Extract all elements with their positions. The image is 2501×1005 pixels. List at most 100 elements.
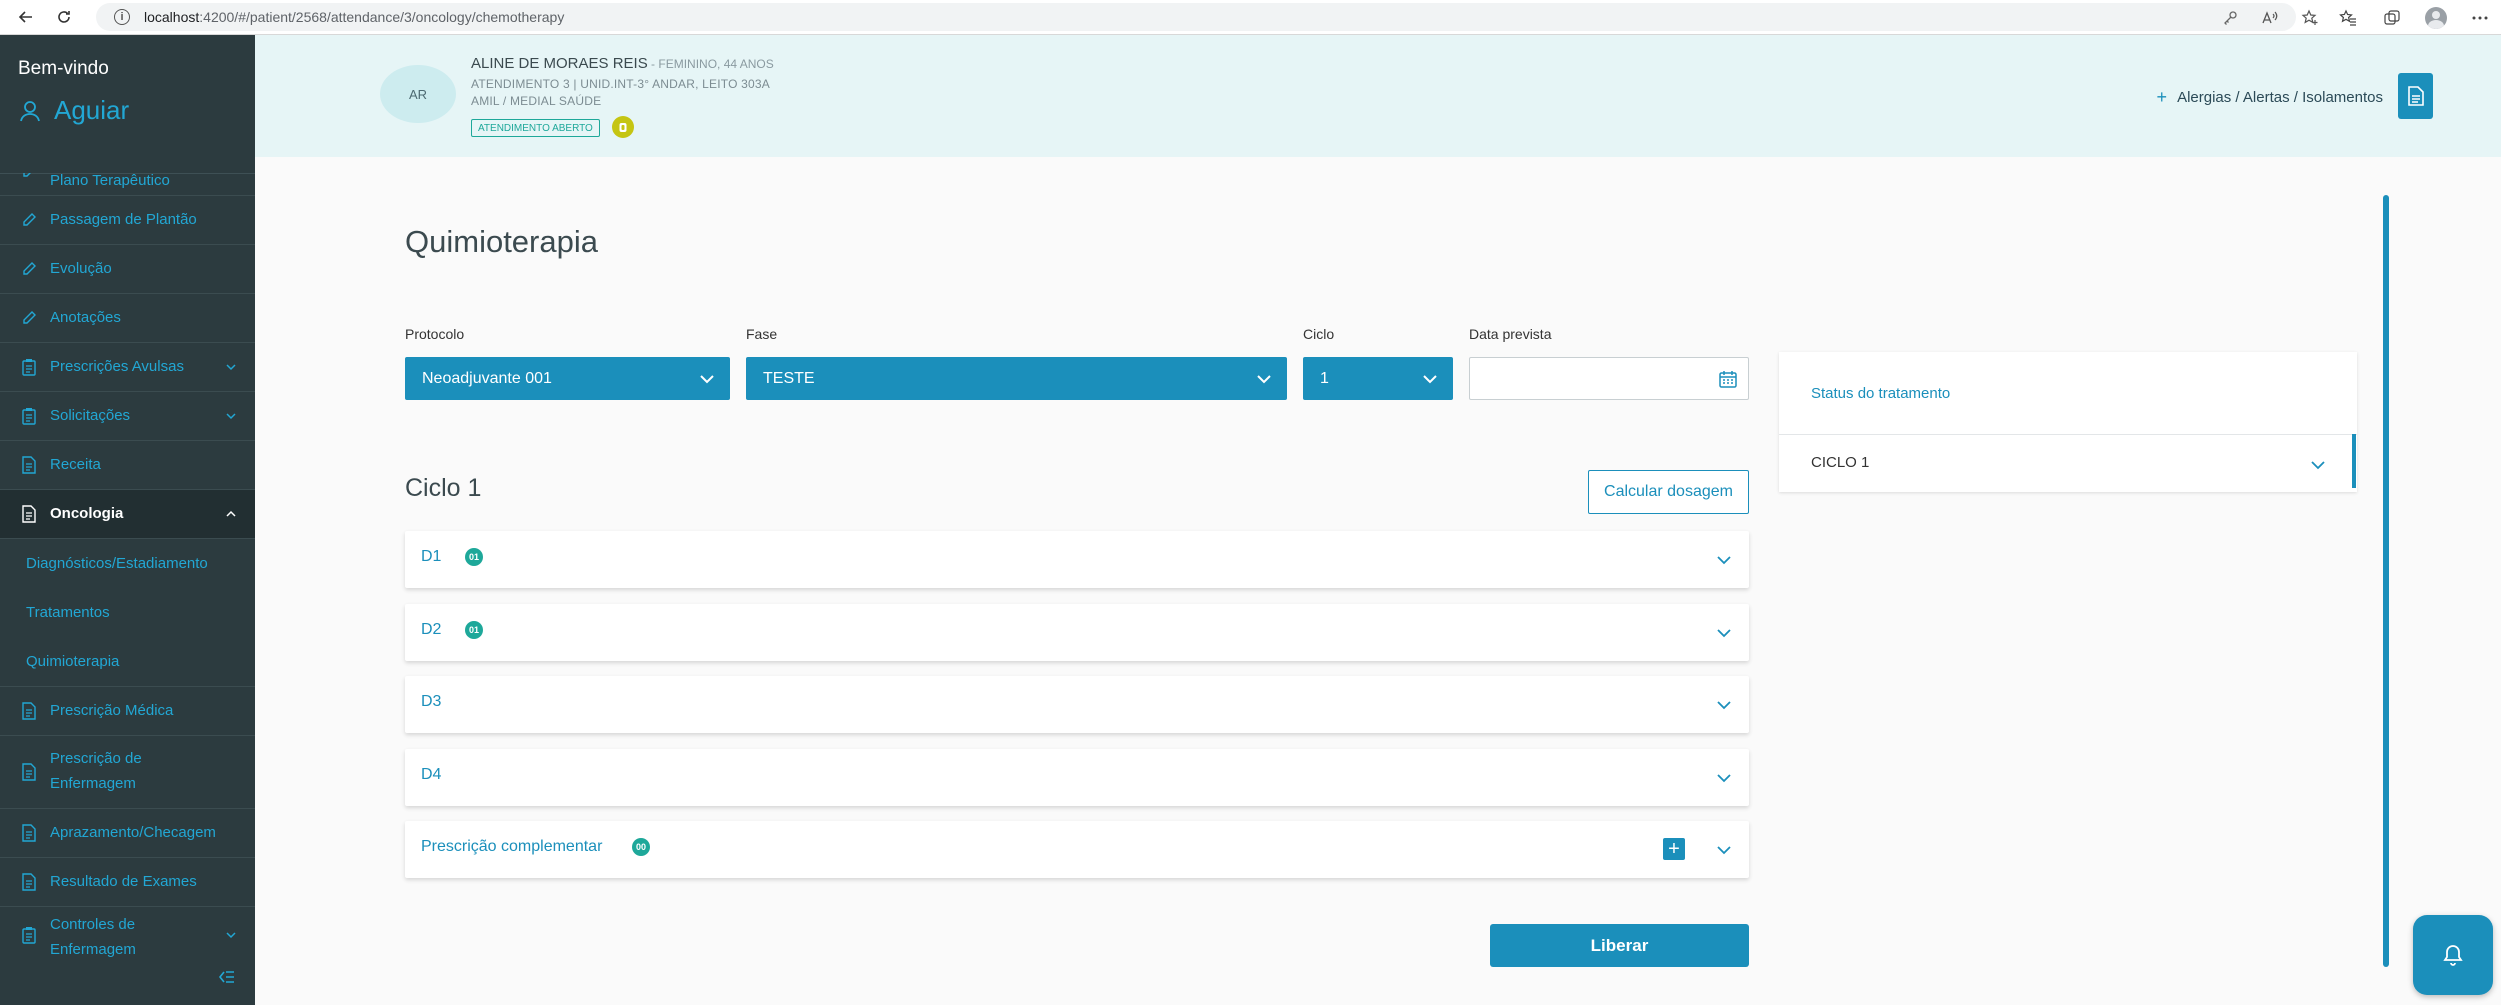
patient-gender-age: - FEMININO, 44 ANOS bbox=[647, 57, 774, 71]
chevron-down-icon[interactable] bbox=[1715, 551, 1733, 569]
sidebar-item-label: Anotações bbox=[50, 309, 121, 326]
patient-document-button[interactable] bbox=[2398, 73, 2433, 119]
protocolo-label: Protocolo bbox=[405, 326, 465, 342]
sidebar-item-label: Quimioterapia bbox=[26, 652, 120, 670]
sidebar-item-label: Evolução bbox=[50, 260, 112, 277]
sidebar-item-prescricao-medica[interactable]: Prescrição Médica bbox=[0, 687, 255, 736]
accordion-d4[interactable]: D4 bbox=[405, 749, 1749, 806]
pencil-icon bbox=[20, 260, 38, 278]
patient-name-text: ALINE DE MORAES REIS bbox=[471, 55, 648, 72]
sidebar-item-controles-de-enfermagem[interactable]: Controles de Enfermagem bbox=[0, 907, 255, 963]
sidebar-item-label-line1: Prescrição de bbox=[50, 750, 142, 767]
sidebar-item-passagem-de-plantao[interactable]: Passagem de Plantão bbox=[0, 196, 255, 245]
count-badge: 01 bbox=[465, 621, 483, 639]
address-bar[interactable]: i localhost:4200/#/patient/2568/attendan… bbox=[96, 3, 2296, 31]
sidebar-item-diagnosticos-estadiamento[interactable]: Diagnósticos/Estadiamento bbox=[0, 539, 255, 588]
sidebar-item-resultado-de-exames[interactable]: Resultado de Exames bbox=[0, 858, 255, 907]
accordion-label: D3 bbox=[421, 693, 442, 710]
sidebar-item-label: Prescrições Avulsas bbox=[50, 358, 184, 375]
allergies-alerts-link[interactable]: + Alergias / Alertas / Isolamentos bbox=[2157, 87, 2383, 108]
chevron-down-icon[interactable] bbox=[1715, 696, 1733, 714]
page-scrollbar[interactable] bbox=[2383, 195, 2389, 967]
accordion-prescricao-complementar[interactable]: Prescrição complementar 00 + bbox=[405, 821, 1749, 878]
chevron-down-icon[interactable] bbox=[2309, 456, 2327, 474]
browser-toolbar: i localhost:4200/#/patient/2568/attendan… bbox=[0, 0, 2501, 35]
clipboard-icon bbox=[20, 407, 38, 425]
document-icon bbox=[20, 763, 38, 781]
status-cycle-label[interactable]: CICLO 1 bbox=[1811, 454, 1869, 471]
back-icon[interactable] bbox=[14, 5, 38, 29]
sidebar-item-label: Diagnósticos/Estadiamento bbox=[26, 554, 208, 572]
fase-select[interactable]: TESTE bbox=[746, 357, 1287, 400]
site-info-icon[interactable]: i bbox=[114, 9, 130, 25]
sidebar-item-label: Tratamentos bbox=[26, 603, 110, 621]
chevron-down-icon[interactable] bbox=[1715, 624, 1733, 642]
ciclo-label: Ciclo bbox=[1303, 326, 1335, 342]
sidebar-item-plano-terapeutico[interactable]: Plano Terapêutico bbox=[0, 173, 255, 196]
sidebar-item-solicitacoes[interactable]: Solicitações bbox=[0, 392, 255, 441]
sidebar-item-label-line2: Enfermagem bbox=[50, 775, 136, 792]
fase-value: TESTE bbox=[763, 369, 815, 387]
chevron-down-icon[interactable] bbox=[1715, 769, 1733, 787]
user-link[interactable]: Aguiar bbox=[18, 95, 129, 126]
collections-icon[interactable] bbox=[2381, 7, 2403, 29]
sidebar-item-evolucao[interactable]: Evolução bbox=[0, 245, 255, 294]
release-button[interactable]: Liberar bbox=[1490, 924, 1749, 967]
favorite-add-icon[interactable] bbox=[2299, 7, 2321, 29]
patient-insurance: AMIL / MEDIAL SAÚDE bbox=[471, 94, 602, 108]
status-divider bbox=[1779, 434, 2357, 435]
sidebar-menu: Plano Terapêutico Passagem de Plantão Ev… bbox=[0, 173, 255, 963]
protocolo-value: Neoadjuvante 001 bbox=[422, 369, 552, 387]
sidebar-item-prescricao-de-enfermagem[interactable]: Prescrição de Enfermagem bbox=[0, 736, 255, 809]
document-icon bbox=[20, 873, 38, 891]
read-aloud-icon[interactable] bbox=[2259, 7, 2281, 29]
collapse-sidebar-icon[interactable] bbox=[216, 967, 236, 987]
sidebar-item-label-line1: Controles de bbox=[50, 916, 136, 933]
accordion-label: D4 bbox=[421, 766, 442, 783]
notifications-button[interactable] bbox=[2413, 915, 2493, 995]
sidebar-item-label: Solicitações bbox=[50, 407, 131, 424]
profile-avatar-icon[interactable] bbox=[2425, 7, 2447, 29]
document-icon bbox=[20, 456, 38, 474]
reload-icon[interactable] bbox=[52, 5, 76, 29]
user-name: Aguiar bbox=[54, 95, 130, 125]
chevron-down-icon bbox=[226, 364, 236, 371]
cycle-title: Ciclo 1 bbox=[405, 474, 482, 502]
plus-icon: + bbox=[2156, 87, 2168, 107]
lock-status-icon[interactable] bbox=[612, 116, 634, 138]
sidebar-item-tratamentos[interactable]: Tratamentos bbox=[0, 588, 255, 637]
sidebar-item-label-line2: Enfermagem bbox=[50, 941, 136, 958]
accordion-d3[interactable]: D3 bbox=[405, 676, 1749, 733]
ciclo-value: 1 bbox=[1320, 369, 1329, 387]
patient-attendance: ATENDIMENTO 3 | UNID.INT-3° ANDAR, LEITO… bbox=[471, 77, 770, 91]
clipboard-icon bbox=[20, 926, 38, 944]
treatment-status-panel: Status do tratamento CICLO 1 bbox=[1779, 352, 2357, 492]
chevron-down-icon bbox=[226, 932, 236, 939]
data-prevista-input[interactable] bbox=[1469, 357, 1749, 400]
key-icon[interactable] bbox=[2219, 7, 2241, 29]
document-icon bbox=[20, 702, 38, 720]
sidebar-item-quimioterapia[interactable]: Quimioterapia bbox=[0, 637, 255, 687]
chevron-down-icon bbox=[700, 375, 714, 384]
ciclo-select[interactable]: 1 bbox=[1303, 357, 1453, 400]
sidebar-item-receita[interactable]: Receita bbox=[0, 441, 255, 490]
sidebar-item-oncologia[interactable]: Oncologia bbox=[0, 490, 255, 539]
accordion-d1[interactable]: D1 01 bbox=[405, 531, 1749, 588]
add-prescription-button[interactable]: + bbox=[1663, 838, 1685, 860]
protocolo-select[interactable]: Neoadjuvante 001 bbox=[405, 357, 730, 400]
pencil-icon bbox=[20, 173, 38, 180]
calendar-icon[interactable] bbox=[1718, 369, 1738, 389]
calculate-dosage-button[interactable]: Calcular dosagem bbox=[1588, 470, 1749, 514]
chevron-down-icon[interactable] bbox=[1715, 841, 1733, 859]
sidebar-item-anotacoes[interactable]: Anotações bbox=[0, 294, 255, 343]
sidebar-item-prescricoes-avulsas[interactable]: Prescrições Avulsas bbox=[0, 343, 255, 392]
sidebar-item-label: Aprazamento/Checagem bbox=[50, 824, 216, 841]
accordion-label: Prescrição complementar bbox=[421, 838, 603, 855]
accordion-d2[interactable]: D2 01 bbox=[405, 604, 1749, 661]
fase-label: Fase bbox=[746, 326, 778, 342]
more-options-icon[interactable] bbox=[2469, 7, 2491, 29]
chevron-down-icon bbox=[1423, 375, 1437, 384]
favorites-icon[interactable] bbox=[2337, 7, 2359, 29]
data-prevista-label: Data prevista bbox=[1469, 326, 1552, 342]
sidebar-item-aprazamento-checagem[interactable]: Aprazamento/Checagem bbox=[0, 809, 255, 858]
